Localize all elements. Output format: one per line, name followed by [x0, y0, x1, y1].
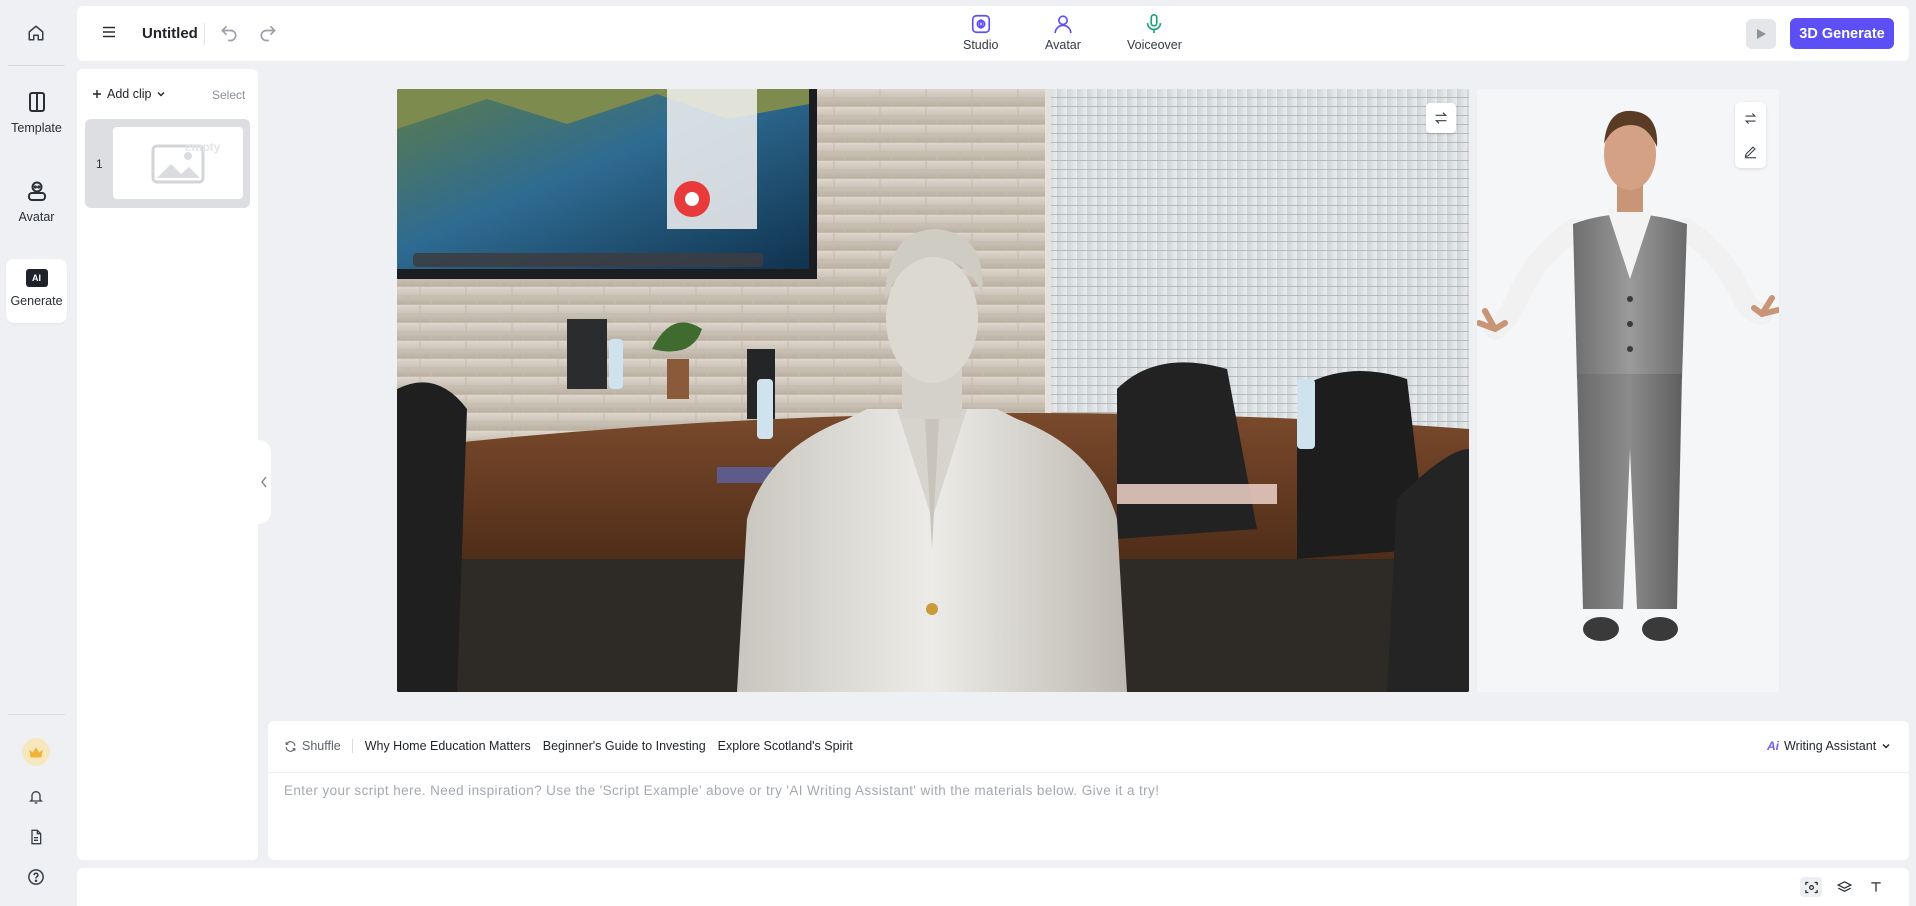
avatar-edit-button[interactable] [1735, 135, 1766, 168]
shuffle-button[interactable]: Shuffle [284, 739, 341, 753]
suggestion-chip[interactable]: Beginner's Guide to Investing [543, 739, 706, 753]
bottom-toolbar [77, 868, 1909, 906]
toolbar-divider [204, 23, 205, 45]
empty-watermark: empty [185, 140, 221, 154]
script-divider [268, 772, 1909, 773]
screenshot-mode-icon[interactable] [1800, 877, 1822, 897]
project-title[interactable]: Untitled [142, 25, 198, 42]
help-icon[interactable] [24, 865, 48, 889]
avatar-preview-panel[interactable] [1477, 89, 1779, 692]
template-icon [28, 92, 45, 112]
add-clip-button[interactable]: Add clip [92, 87, 166, 101]
ai-generate-icon: AI [25, 269, 48, 287]
ai-sparkle-icon: Ai [1767, 739, 1779, 753]
chevron-left-icon [261, 476, 267, 488]
avatar-swap-button[interactable] [1735, 102, 1766, 135]
3d-avatar-figure [1477, 110, 1779, 641]
rail-divider [8, 65, 65, 66]
tab-avatar[interactable]: Avatar [1045, 13, 1081, 52]
pencil-icon [1744, 146, 1757, 159]
play-icon [1757, 29, 1766, 39]
script-editor: Shuffle Why Home Education Matters Begin… [268, 721, 1909, 860]
panel-collapse-handle[interactable] [257, 440, 271, 524]
chevron-down-icon [1882, 744, 1890, 749]
redo-icon[interactable] [258, 23, 278, 43]
tab-voiceover[interactable]: Voiceover [1127, 13, 1182, 52]
suggestion-chip[interactable]: Explore Scotland's Spirit [718, 739, 853, 753]
clip-panel: Add clip Select 1 empty [77, 69, 258, 860]
select-clips-link[interactable]: Select [212, 88, 245, 102]
bell-icon[interactable] [24, 785, 48, 809]
script-suggestions: Shuffle Why Home Education Matters Begin… [284, 739, 865, 753]
rail-item-label: Avatar [18, 210, 55, 224]
clip-number: 1 [96, 157, 103, 171]
office-background-image [397, 89, 1469, 692]
refresh-icon [285, 740, 296, 752]
menu-icon[interactable] [100, 23, 120, 43]
microphone-icon [1147, 14, 1162, 34]
rail-item-generate[interactable]: AI Generate [6, 259, 67, 323]
layers-icon[interactable] [1833, 877, 1855, 897]
tab-studio[interactable]: Studio [963, 13, 998, 52]
undo-icon[interactable] [219, 23, 239, 43]
script-input[interactable] [284, 783, 1884, 849]
clip-item[interactable]: 1 empty [85, 119, 250, 208]
swap-view-button[interactable] [1426, 103, 1456, 133]
suggestion-divider [351, 739, 353, 753]
3d-generate-button[interactable]: 3D Generate [1790, 18, 1894, 49]
rail-item-label: Generate [10, 294, 63, 308]
crown-icon[interactable] [22, 738, 50, 766]
suggestion-chip[interactable]: Why Home Education Matters [365, 739, 531, 753]
home-icon[interactable] [24, 21, 48, 45]
rail-divider [8, 714, 65, 715]
person-icon [1054, 15, 1072, 34]
document-icon[interactable] [24, 825, 48, 849]
studio-icon [971, 14, 990, 34]
swap-arrows-icon [1744, 113, 1757, 124]
avatar-tools [1735, 102, 1766, 168]
text-tool-icon[interactable] [1865, 877, 1887, 897]
avatar-robot-icon [27, 181, 46, 201]
swap-arrows-icon [1434, 112, 1448, 124]
scene-preview[interactable] [397, 89, 1469, 692]
writing-assistant-label: Writing Assistant [1784, 739, 1877, 753]
tab-label: Studio [963, 38, 999, 52]
preview-play-button[interactable] [1746, 19, 1776, 49]
shuffle-label: Shuffle [302, 739, 341, 753]
tab-label: Voiceover [1127, 38, 1182, 52]
tab-label: Avatar [1045, 38, 1081, 52]
rail-item-template[interactable]: Template [6, 90, 67, 140]
writing-assistant-dropdown[interactable]: Ai Writing Assistant [1767, 739, 1891, 753]
chevron-down-icon [157, 92, 165, 97]
clip-thumbnail: empty [113, 127, 243, 199]
plus-icon [93, 90, 101, 98]
add-clip-label: Add clip [107, 87, 152, 101]
rail-item-label: Template [11, 121, 62, 135]
left-rail: Template Avatar AI Generate [0, 0, 73, 906]
rail-item-avatar[interactable]: Avatar [6, 179, 67, 229]
top-bar: Untitled Studio Avatar Voiceover 3D Gene… [77, 6, 1909, 61]
